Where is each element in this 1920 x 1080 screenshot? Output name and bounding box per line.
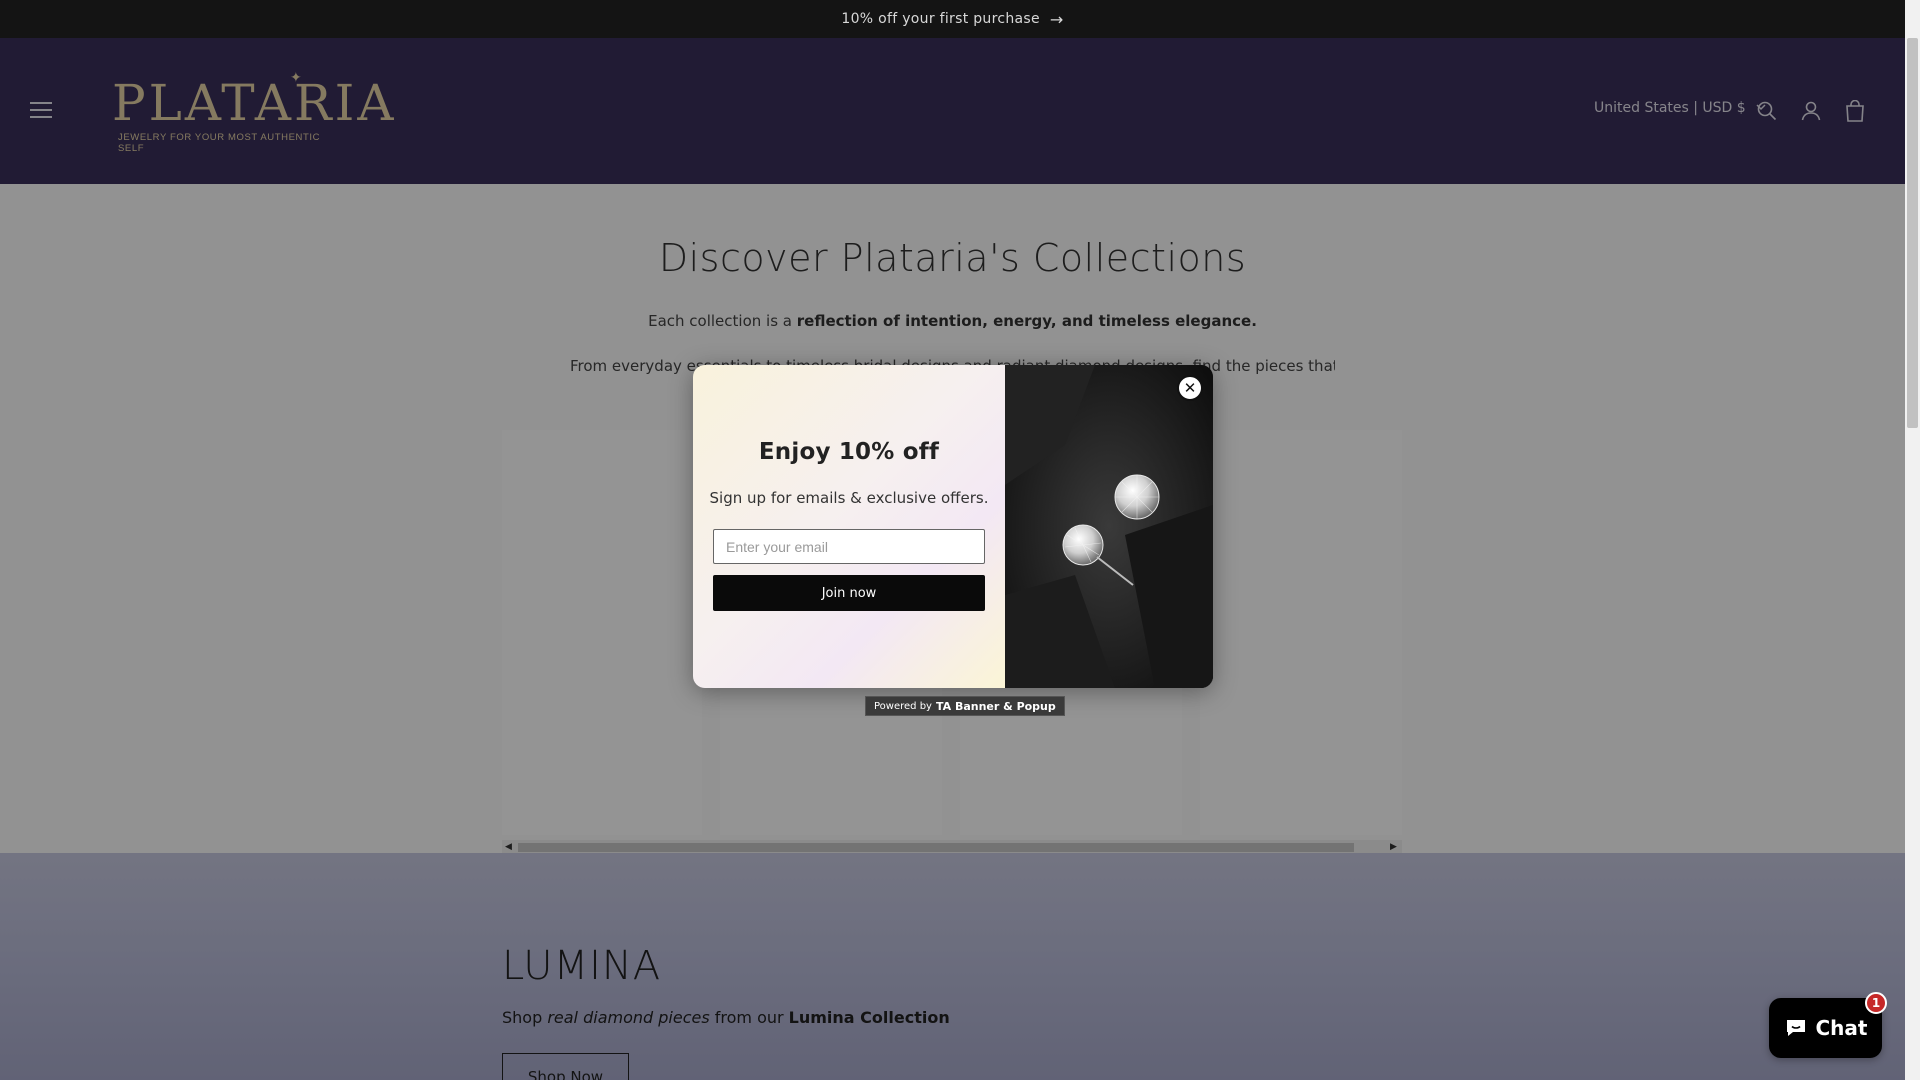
arrow-right-icon: → [1049, 9, 1064, 29]
announcement-text[interactable]: 10% off your first purchase [841, 11, 1040, 27]
popup-text: Sign up for emails & exclusive offers. [709, 489, 989, 507]
powered-by-badge[interactable]: Powered by TA Banner & Popup [865, 696, 1065, 716]
page-scrollbar[interactable] [1905, 0, 1920, 1080]
diamond-earrings-image [1005, 365, 1213, 688]
join-now-button[interactable]: Join now [713, 575, 985, 611]
chat-bubble-icon [1786, 1020, 1805, 1036]
email-input[interactable] [713, 529, 985, 564]
popup-form-panel: Enjoy 10% off Sign up for emails & exclu… [693, 365, 1005, 688]
discount-popup: Enjoy 10% off Sign up for emails & exclu… [693, 365, 1213, 688]
chat-notification-badge: 1 [1865, 992, 1887, 1014]
close-icon[interactable]: ✕ [1177, 375, 1203, 401]
chat-label: Chat [1815, 1016, 1868, 1040]
popup-image: ✕ [1005, 365, 1213, 688]
page-scrollbar-thumb[interactable] [1907, 38, 1918, 428]
announcement-bar[interactable]: 10% off your first purchase → [0, 0, 1905, 38]
popup-title: Enjoy 10% off [758, 439, 940, 465]
